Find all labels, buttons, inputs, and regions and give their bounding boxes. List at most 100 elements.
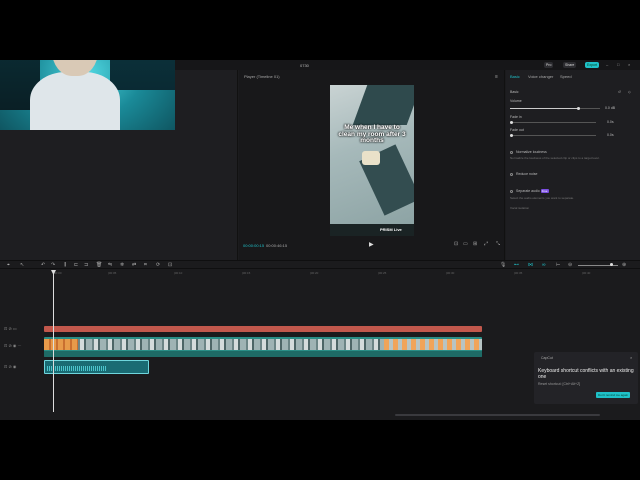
- fade-in-label: Fade in: [510, 115, 522, 119]
- freeze-icon[interactable]: ❄: [120, 262, 124, 268]
- fade-in-value[interactable]: 0.0s: [607, 120, 614, 124]
- ruler-tick: |00:05: [108, 271, 117, 275]
- toast-message: Keyboard shortcut conflicts with an exis…: [538, 368, 634, 380]
- pro-button[interactable]: Pro: [544, 62, 554, 68]
- total-timecode: 00:00:46:15: [266, 243, 288, 248]
- share-button[interactable]: Share: [563, 62, 577, 68]
- play-icon[interactable]: ▶: [369, 241, 374, 248]
- project-title: 0730: [300, 63, 309, 68]
- fade-out-value[interactable]: 0.0s: [607, 133, 614, 137]
- text-track-controls[interactable]: ⊡ ⊘ ▭: [4, 326, 17, 331]
- separate-description: Select the audio elements you want to se…: [510, 196, 575, 200]
- shortcut-conflict-toast: CapCut × Keyboard shortcut conflicts wit…: [534, 352, 638, 404]
- basic-section-label: Basic: [510, 90, 519, 94]
- fade-out-slider[interactable]: [510, 134, 596, 137]
- player-menu-icon[interactable]: ≡: [495, 74, 498, 80]
- fit-icon[interactable]: ⊡: [168, 262, 172, 268]
- volume-value[interactable]: 0.0 dB: [605, 106, 615, 110]
- ruler-tick: |00:10: [174, 271, 183, 275]
- inspector-panel: Basic Voice changer Speed Basic ↺ ◇ Volu…: [506, 70, 640, 262]
- crop-icon[interactable]: ⊡: [454, 241, 458, 247]
- fullscreen-icon[interactable]: ⤢: [484, 241, 488, 247]
- tab-basic[interactable]: Basic: [510, 74, 520, 79]
- expand-icon[interactable]: ⤡: [496, 241, 500, 247]
- mirror-icon[interactable]: ⇋: [108, 262, 112, 268]
- timeline-toolbar: ⌖ ↖ ↶ ↷ ⫼ ⊏ ⊐ 🗑 ⇋ ❄ ⇄ ⌗ ⟳ ⊡ 🎙 ⊷ ⋈ ∞ ⊢ ⊖ …: [0, 260, 640, 269]
- video-object: [362, 151, 380, 165]
- player-title: Player (Timeline 01): [244, 74, 280, 79]
- delete-icon[interactable]: 🗑: [96, 262, 102, 268]
- audio-track-controls[interactable]: ⊡ ⊘ ◉: [4, 364, 16, 369]
- video-watermark: PRISM Live: [380, 227, 402, 232]
- video-thumbnails: [384, 339, 482, 350]
- dont-remind-button[interactable]: Don't remind me again: [596, 392, 631, 398]
- video-track-controls[interactable]: ⊡ ⊘ ◉ ⋯: [4, 343, 22, 348]
- select-tool-icon[interactable]: ⌖: [7, 262, 10, 268]
- volume-slider[interactable]: [510, 107, 600, 110]
- fade-in-slider[interactable]: [510, 121, 596, 124]
- linkage-icon[interactable]: ∞: [542, 262, 546, 268]
- zoom-in-icon[interactable]: ⊕: [622, 262, 626, 268]
- ruler-tick: |00:20: [310, 271, 319, 275]
- split-right-icon[interactable]: ⊐: [84, 262, 88, 268]
- ruler-tick: |00:40: [582, 271, 591, 275]
- toast-source: CapCut: [541, 356, 553, 360]
- reset-icon[interactable]: ↺: [618, 90, 621, 94]
- normalize-checkbox[interactable]: [510, 151, 513, 154]
- vocal-isolation-dropdown[interactable]: Vocal isolation: [510, 206, 636, 210]
- timeline-scrollbar[interactable]: [395, 414, 600, 416]
- close-icon[interactable]: ×: [628, 62, 630, 67]
- ratio-icon[interactable]: ▭: [463, 241, 468, 247]
- auto-snap-icon[interactable]: ⋈: [528, 262, 533, 268]
- export-button[interactable]: Export: [585, 62, 600, 68]
- split-icon[interactable]: ⫼: [64, 262, 66, 268]
- split-left-icon[interactable]: ⊏: [74, 262, 78, 268]
- zoom-out-icon[interactable]: ⊖: [568, 262, 572, 268]
- mic-icon[interactable]: 🎙: [500, 262, 506, 268]
- video-preview[interactable]: Me when I have to clean my room after 3 …: [330, 85, 414, 236]
- timeline-ruler[interactable]: 00:00 |00:05 |00:10 |00:15 |00:20 |00:25…: [44, 270, 640, 276]
- toast-detail: Reset shortcut: [Ctrl+Alt+Z]: [538, 382, 581, 386]
- free-badge: Free: [540, 189, 549, 193]
- volume-label: Volume: [510, 99, 522, 103]
- main-track-magnet-icon[interactable]: ⊷: [514, 262, 519, 268]
- timeline-zoom-knob[interactable]: [610, 263, 613, 266]
- undo-icon[interactable]: ↶: [41, 262, 45, 268]
- video-clip[interactable]: [44, 337, 482, 357]
- inspector-tabs: Basic Voice changer Speed: [506, 73, 640, 81]
- separate-audio-checkbox[interactable]: [510, 190, 513, 193]
- video-caption: Me when I have to clean my room after 3 …: [338, 124, 406, 144]
- rotate-icon[interactable]: ⟳: [156, 262, 160, 268]
- current-timecode: 00:00:00:15: [243, 243, 265, 248]
- reduce-noise-label: Reduce noise: [516, 172, 538, 176]
- zoom-icon[interactable]: ⊞: [473, 241, 477, 247]
- tab-voice-changer[interactable]: Voice changer: [528, 74, 553, 79]
- normalize-description: Normalize the loudness of the selected c…: [510, 156, 600, 160]
- separate-audio-label: Separate audio Free: [516, 189, 549, 193]
- normalize-label: Normalize loudness: [516, 150, 547, 154]
- keyframe-icon[interactable]: ◇: [628, 90, 631, 94]
- redo-icon[interactable]: ↷: [51, 262, 55, 268]
- webcam-overlay: [0, 60, 175, 130]
- ruler-tick: |00:25: [378, 271, 387, 275]
- video-audio-strip: [44, 351, 482, 357]
- tab-speed[interactable]: Speed: [560, 74, 572, 79]
- reverse-icon[interactable]: ⇄: [132, 262, 136, 268]
- fade-out-label: Fade out: [510, 128, 524, 132]
- ruler-tick: |00:30: [446, 271, 455, 275]
- ruler-tick: |00:15: [242, 271, 251, 275]
- cursor-icon[interactable]: ↖: [20, 262, 24, 268]
- player-panel: Player (Timeline 01) ≡ Me when I have to…: [239, 70, 505, 262]
- preview-axis-icon[interactable]: ⊢: [556, 262, 560, 268]
- minimize-icon[interactable]: –: [606, 62, 608, 67]
- capcut-editor: 0730 Pro Share Export – □ × Player (Time…: [0, 60, 640, 420]
- playhead[interactable]: [51, 270, 56, 412]
- reduce-noise-checkbox[interactable]: [510, 173, 513, 176]
- audio-waveform: [47, 366, 107, 371]
- video-thumbnails: [44, 339, 78, 350]
- text-clip[interactable]: [44, 326, 482, 332]
- maximize-icon[interactable]: □: [617, 62, 619, 67]
- toast-close-icon[interactable]: ×: [630, 355, 632, 360]
- crop-clip-icon[interactable]: ⌗: [144, 262, 147, 268]
- audio-clip[interactable]: [44, 360, 149, 374]
